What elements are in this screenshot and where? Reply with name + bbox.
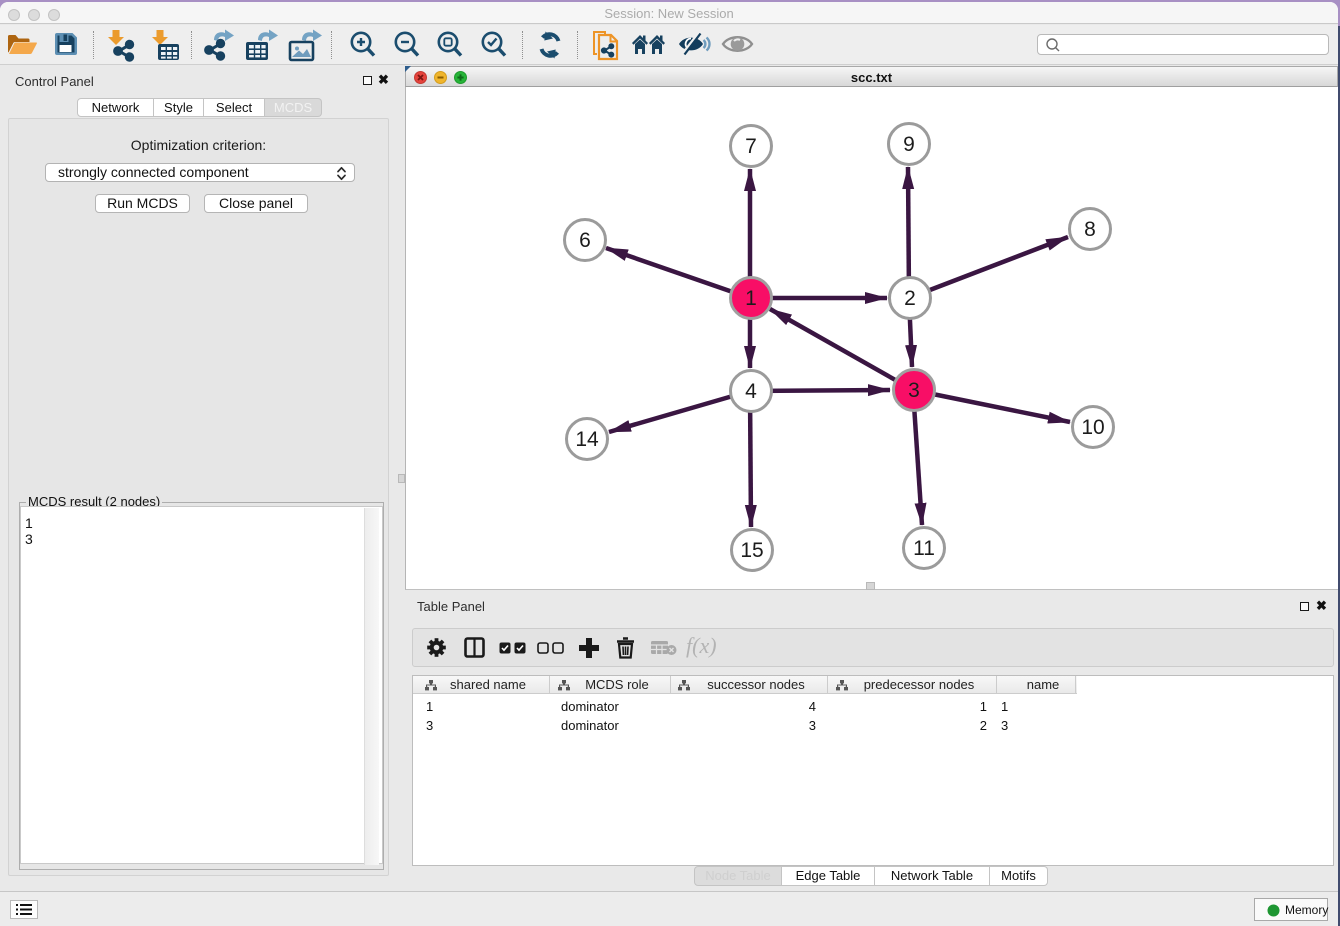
svg-text:6: 6	[579, 229, 591, 252]
svg-text:11: 11	[913, 537, 935, 560]
svg-text:14: 14	[575, 428, 599, 451]
svg-text:15: 15	[740, 539, 763, 562]
svg-text:2: 2	[904, 287, 916, 310]
svg-text:3: 3	[908, 379, 920, 402]
svg-text:10: 10	[1081, 416, 1104, 439]
svg-text:7: 7	[745, 135, 757, 158]
svg-text:8: 8	[1084, 218, 1096, 241]
svg-text:1: 1	[745, 287, 757, 310]
svg-text:9: 9	[903, 133, 915, 156]
svg-text:4: 4	[745, 380, 757, 403]
